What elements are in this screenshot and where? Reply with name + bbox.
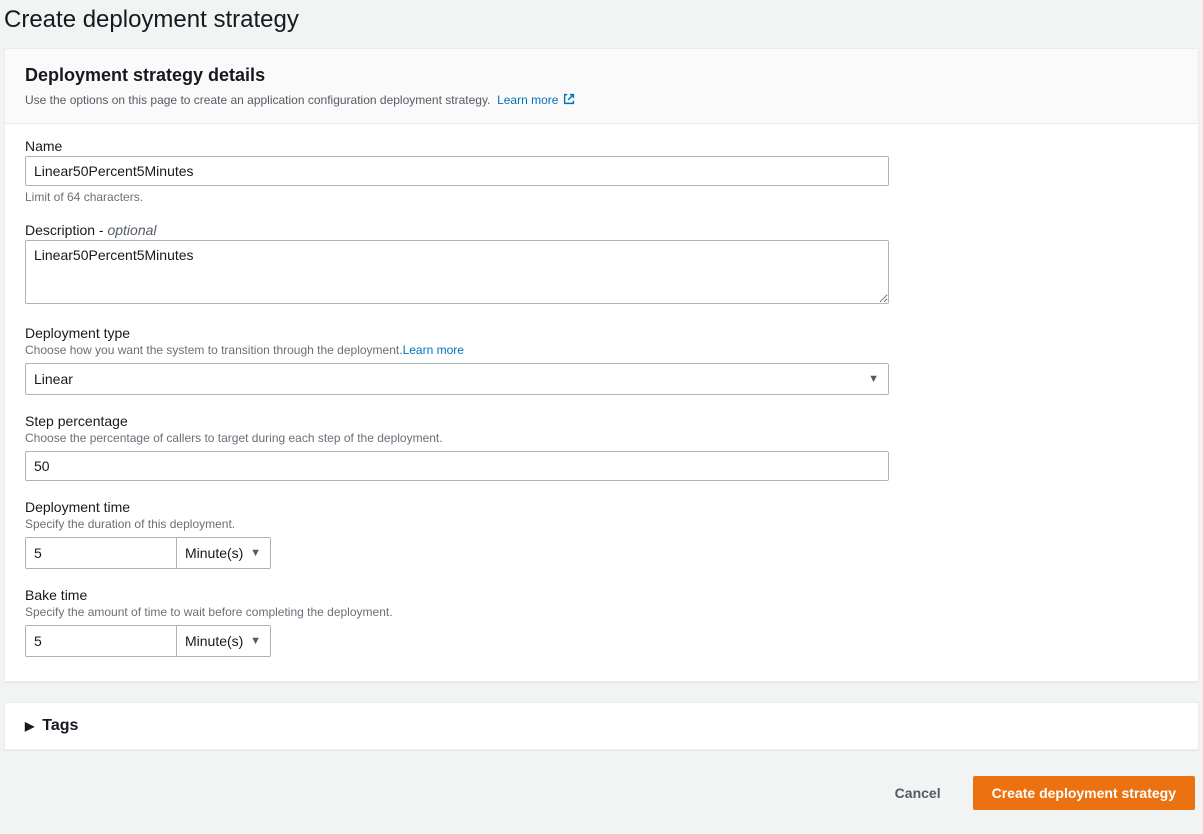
tags-toggle[interactable]: ▶ Tags: [25, 717, 1178, 735]
description-label-text: Description -: [25, 222, 107, 238]
details-subtext: Use the options on this page to create a…: [25, 92, 1178, 109]
description-field: Description - optional: [25, 222, 1178, 307]
deployment-type-help: Choose how you want the system to transi…: [25, 343, 1178, 357]
step-percentage-label: Step percentage: [25, 413, 1178, 429]
step-percentage-input[interactable]: [25, 451, 889, 481]
bake-time-help: Specify the amount of time to wait befor…: [25, 605, 1178, 619]
details-header: Deployment strategy details: [25, 65, 1178, 86]
details-panel-header: Deployment strategy details Use the opti…: [5, 49, 1198, 124]
deployment-time-label: Deployment time: [25, 499, 1178, 515]
deployment-time-field: Deployment time Specify the duration of …: [25, 499, 1178, 569]
bake-time-unit-select[interactable]: Minute(s): [177, 625, 271, 657]
name-field: Name Limit of 64 characters.: [25, 138, 1178, 204]
description-label: Description - optional: [25, 222, 1178, 238]
external-link-icon: [562, 92, 576, 109]
bake-time-label: Bake time: [25, 587, 1178, 603]
tags-panel: ▶ Tags: [4, 702, 1199, 750]
step-percentage-help: Choose the percentage of callers to targ…: [25, 431, 1178, 445]
deployment-time-input[interactable]: [25, 537, 177, 569]
name-hint: Limit of 64 characters.: [25, 190, 1178, 204]
name-input[interactable]: [25, 156, 889, 186]
deployment-time-help: Specify the duration of this deployment.: [25, 517, 1178, 531]
details-learn-more-text: Learn more: [497, 93, 558, 107]
tags-header-text: Tags: [42, 717, 78, 735]
page-title: Create deployment strategy: [4, 6, 1199, 34]
details-panel: Deployment strategy details Use the opti…: [4, 48, 1199, 682]
details-subtext-text: Use the options on this page to create a…: [25, 93, 490, 107]
deployment-time-unit-select[interactable]: Minute(s): [177, 537, 271, 569]
description-input[interactable]: [25, 240, 889, 304]
bake-time-field: Bake time Specify the amount of time to …: [25, 587, 1178, 657]
description-optional-text: optional: [107, 222, 156, 238]
details-learn-more-link[interactable]: Learn more: [497, 93, 576, 107]
step-percentage-field: Step percentage Choose the percentage of…: [25, 413, 1178, 481]
deployment-type-select-wrap: Linear ▼: [25, 363, 889, 395]
name-label: Name: [25, 138, 1178, 154]
deployment-type-select[interactable]: Linear: [25, 363, 889, 395]
triangle-right-icon: ▶: [25, 719, 34, 733]
cancel-button[interactable]: Cancel: [877, 776, 959, 810]
form-footer: Cancel Create deployment strategy: [4, 770, 1199, 810]
create-deployment-strategy-button[interactable]: Create deployment strategy: [973, 776, 1195, 810]
deployment-type-field: Deployment type Choose how you want the …: [25, 325, 1178, 395]
bake-time-input[interactable]: [25, 625, 177, 657]
deployment-type-learn-more-link[interactable]: Learn more: [403, 343, 464, 357]
details-panel-body: Name Limit of 64 characters. Description…: [5, 124, 1198, 681]
deployment-type-label: Deployment type: [25, 325, 1178, 341]
deployment-type-help-text: Choose how you want the system to transi…: [25, 343, 403, 357]
